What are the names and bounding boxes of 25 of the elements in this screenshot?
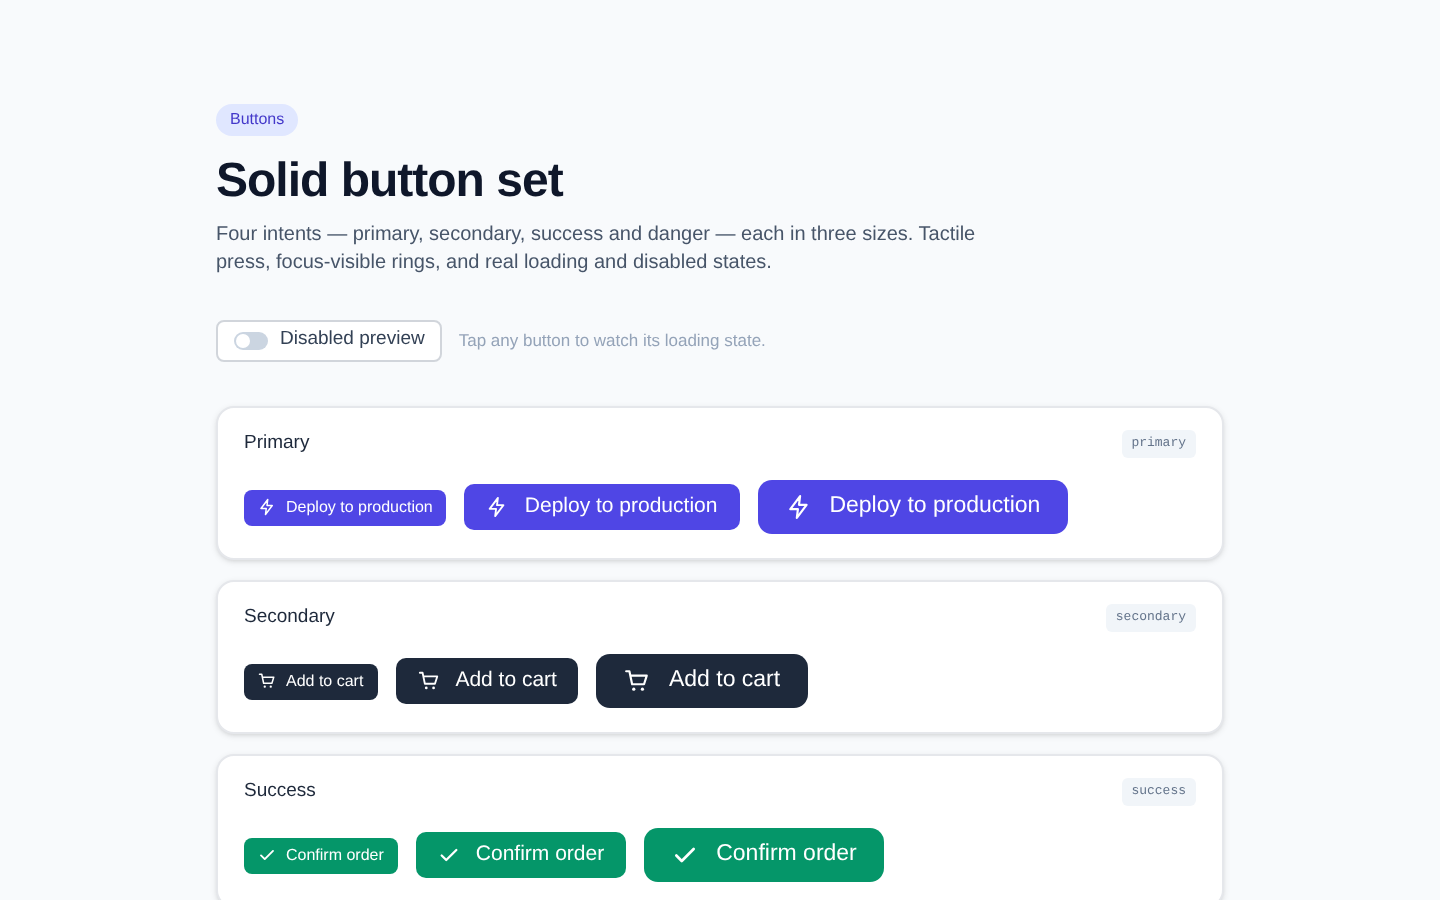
category-badge: Buttons [216, 104, 299, 136]
action-button[interactable]: Confirm order [415, 832, 627, 879]
page-title: Solid button set [216, 152, 566, 212]
cart-icon [624, 668, 651, 695]
section-title: Success [244, 778, 316, 806]
bolt-icon [258, 498, 276, 517]
cart-icon [258, 672, 276, 691]
toggle-switch[interactable] [234, 332, 268, 350]
page-description: Four intents — primary, secondary, success and danger — each in three sizes. Tactile press, focus-visible rings, and real loading and disabled states. [216, 222, 978, 278]
action-button[interactable]: Deploy to production [244, 489, 447, 526]
check-icon [258, 846, 276, 865]
action-button[interactable]: Confirm order [644, 828, 885, 883]
cart-icon [417, 670, 440, 693]
action-button[interactable]: Add to cart [596, 654, 809, 709]
bolt-icon [486, 496, 509, 519]
action-button[interactable]: Add to cart [395, 658, 579, 705]
check-icon [437, 844, 460, 867]
hint-text: Tap any button to watch its loading state. [458, 328, 766, 354]
section-title: Secondary [244, 604, 335, 632]
action-button[interactable]: Deploy to production [464, 484, 740, 531]
bolt-icon [785, 494, 812, 521]
action-button[interactable]: Confirm order [244, 837, 398, 874]
action-button[interactable]: Deploy to production [757, 480, 1069, 535]
section-title: Primary [244, 430, 310, 458]
action-button[interactable]: Add to cart [244, 663, 378, 700]
